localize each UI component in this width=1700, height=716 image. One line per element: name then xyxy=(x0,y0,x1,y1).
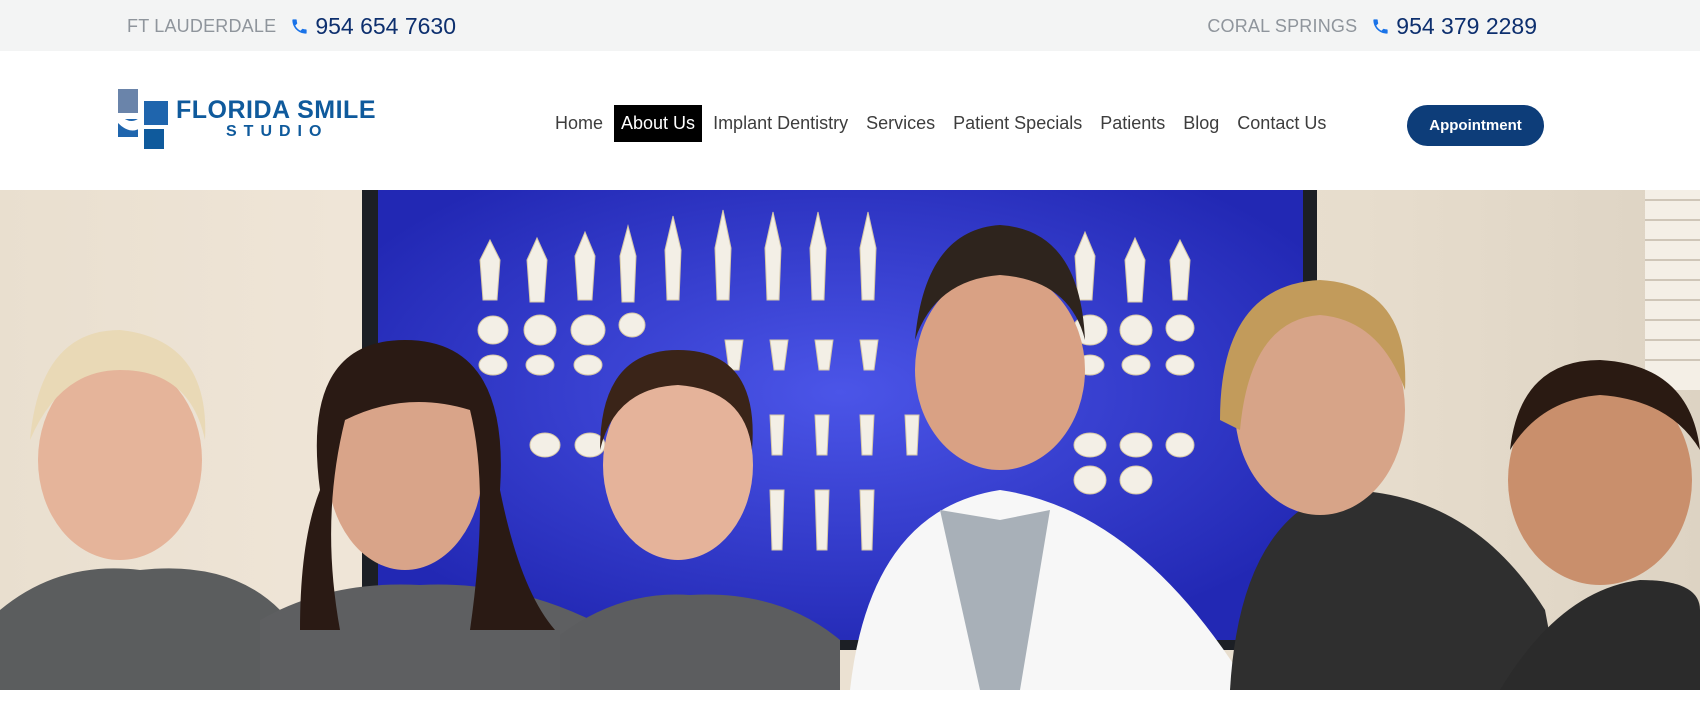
hero-team-photo xyxy=(0,190,1700,690)
nav-services[interactable]: Services xyxy=(859,105,942,142)
logo-line2: STUDIO xyxy=(226,123,329,140)
contact-coral-springs: CORAL SPRINGS 954 379 2289 xyxy=(1207,12,1537,40)
contact-ft-lauderdale: FT LAUDERDALE 954 654 7630 xyxy=(127,12,456,40)
logo-text: FLORIDA SMILE STUDIO xyxy=(176,97,376,141)
nav-home[interactable]: Home xyxy=(548,105,610,142)
logo-line1: FLORIDA SMILE xyxy=(176,96,377,124)
site-header: FLORIDA SMILE STUDIO Home About Us Impla… xyxy=(0,51,1700,190)
nav-patient-specials[interactable]: Patient Specials xyxy=(946,105,1089,142)
nav-patients[interactable]: Patients xyxy=(1093,105,1172,142)
nav-implant-dentistry[interactable]: Implant Dentistry xyxy=(706,105,855,142)
top-contact-bar: FT LAUDERDALE 954 654 7630 CORAL SPRINGS… xyxy=(0,0,1700,51)
team-photo-illustration xyxy=(0,190,1700,690)
phone-icon xyxy=(1371,17,1390,36)
nav-blog[interactable]: Blog xyxy=(1176,105,1226,142)
content-start xyxy=(0,690,1700,716)
appointment-button[interactable]: Appointment xyxy=(1407,105,1544,146)
nav-about-us[interactable]: About Us xyxy=(614,105,703,142)
city-label: FT LAUDERDALE xyxy=(127,15,277,36)
city-label: CORAL SPRINGS xyxy=(1207,15,1358,36)
phone-link-coral-springs[interactable]: 954 379 2289 xyxy=(1396,13,1537,40)
site-logo[interactable]: FLORIDA SMILE STUDIO xyxy=(118,87,378,151)
phone-link-ft-lauderdale[interactable]: 954 654 7630 xyxy=(315,13,456,40)
logo-mark-icon xyxy=(118,89,168,149)
main-nav: Home About Us Implant Dentistry Services… xyxy=(548,105,1337,142)
nav-contact-us[interactable]: Contact Us xyxy=(1230,105,1333,142)
phone-icon xyxy=(290,17,309,36)
